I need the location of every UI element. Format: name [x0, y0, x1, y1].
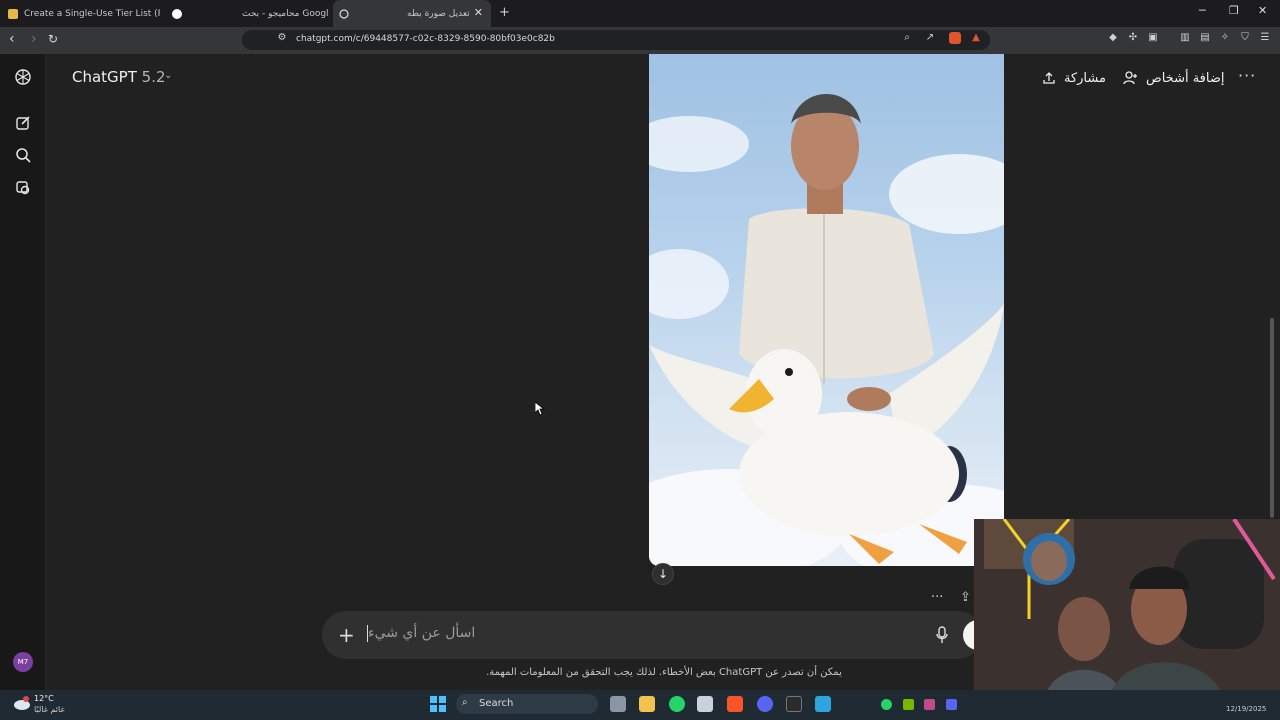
- tab-label: تعديل صورة بطه: [407, 8, 470, 19]
- tray-whatsapp-icon[interactable]: [881, 699, 892, 710]
- tab-tier-list[interactable]: Create a Single-Use Tier List (Private: [8, 0, 160, 27]
- terminal-icon[interactable]: [786, 696, 802, 712]
- microphone-icon[interactable]: [935, 626, 949, 644]
- extension-diamond-icon[interactable]: ◆: [1107, 32, 1119, 44]
- weather-cloud-icon[interactable]: [12, 694, 32, 712]
- app-notepad-icon[interactable]: [697, 696, 713, 712]
- tray-discord-icon[interactable]: [946, 699, 957, 710]
- back-icon[interactable]: ‹: [9, 31, 15, 47]
- tray-app-icon[interactable]: [924, 699, 935, 710]
- search-chats-icon[interactable]: [14, 146, 32, 164]
- taskbar-search[interactable]: [456, 694, 598, 714]
- message-input[interactable]: اسأل عن أي شيء: [368, 625, 568, 641]
- forward-icon[interactable]: ›: [31, 31, 37, 47]
- image-share-icon[interactable]: ⇪: [960, 590, 971, 605]
- wallet-icon[interactable]: ▤: [1199, 32, 1211, 44]
- zoom-icon[interactable]: ⌕: [901, 32, 913, 44]
- weather-temperature[interactable]: 12°C: [34, 694, 54, 703]
- model-name: ChatGPT: [72, 68, 137, 86]
- add-person-icon: [1123, 71, 1137, 85]
- brave-rewards-icon[interactable]: ▲: [970, 32, 982, 44]
- reload-icon[interactable]: ↻: [48, 32, 58, 46]
- user-avatar[interactable]: M7: [13, 652, 33, 672]
- screenshot-icon[interactable]: ▣: [1147, 32, 1159, 44]
- webcam-overlay: [974, 519, 1280, 702]
- discord-icon[interactable]: [757, 696, 773, 712]
- model-selector[interactable]: ChatGPT 5.2: [72, 68, 166, 86]
- openai-logo-icon[interactable]: [14, 68, 32, 86]
- tab-label: Create a Single-Use Tier List (Private: [24, 8, 160, 19]
- minimize-icon[interactable]: ─: [1199, 4, 1206, 17]
- streamers-video-frame: [974, 519, 1280, 702]
- google-favicon-icon: [172, 8, 182, 19]
- new-chat-icon[interactable]: [14, 114, 32, 132]
- tab-label: محاميجو - بحث Google: [242, 8, 328, 19]
- scroll-to-bottom-button[interactable]: ↓: [652, 563, 674, 585]
- extensions-icon[interactable]: ✣: [1127, 32, 1139, 44]
- sidebar-icon[interactable]: ▥: [1179, 32, 1191, 44]
- more-options-icon[interactable]: ···: [1238, 66, 1256, 85]
- share-label: مشاركة: [1064, 70, 1106, 86]
- tab-google-search[interactable]: محاميجو - بحث Google: [172, 0, 328, 27]
- photoshop-app-icon[interactable]: [815, 696, 831, 712]
- menu-icon[interactable]: ☰: [1259, 32, 1271, 44]
- tray-nvidia-icon[interactable]: [903, 699, 914, 710]
- weather-description[interactable]: غائم غالبًا: [34, 705, 65, 714]
- chatgpt-favicon-icon: [339, 8, 349, 19]
- add-people-label: إضافة أشخاص: [1146, 70, 1225, 86]
- tier-list-favicon-icon: [8, 8, 18, 19]
- page-scrollbar[interactable]: [1270, 318, 1274, 518]
- add-attachment-icon[interactable]: +: [338, 623, 355, 647]
- share-page-icon[interactable]: ↗: [924, 32, 936, 44]
- site-info-icon[interactable]: ⚙: [276, 32, 288, 44]
- taskbar-date[interactable]: 12/19/2025: [1226, 705, 1266, 713]
- share-icon: [1043, 72, 1055, 84]
- whatsapp-icon[interactable]: [669, 696, 685, 712]
- mouse-cursor-icon: [535, 402, 545, 416]
- taskbar-search-label: Search: [479, 698, 514, 709]
- disclaimer-text: يمكن أن تصدر عن ChatGPT بعض الأخطاء. لذل…: [486, 667, 842, 678]
- image-more-icon[interactable]: ···: [931, 590, 943, 605]
- man-riding-duck-illustration: [649, 94, 1004, 566]
- library-icon[interactable]: [14, 179, 32, 197]
- add-people-button[interactable]: إضافة أشخاص: [1123, 68, 1225, 88]
- browser-tab-bar: Create a Single-Use Tier List (Private م…: [0, 0, 1280, 27]
- brave-browser-icon[interactable]: [727, 696, 743, 712]
- share-button[interactable]: مشاركة: [1042, 68, 1106, 88]
- tab-duck-edit[interactable]: تعديل صورة بطه ✕: [333, 0, 491, 27]
- close-tab-icon[interactable]: ✕: [474, 6, 483, 19]
- close-window-icon[interactable]: ✕: [1258, 4, 1267, 17]
- brave-shields-icon[interactable]: [949, 32, 961, 44]
- maximize-icon[interactable]: ❐: [1229, 4, 1239, 17]
- chevron-down-icon[interactable]: ⌄: [164, 70, 172, 81]
- file-explorer-icon[interactable]: [639, 696, 655, 712]
- leo-ai-icon[interactable]: ✧: [1219, 32, 1231, 44]
- model-version: 5.2: [141, 68, 166, 86]
- new-tab-button[interactable]: +: [499, 5, 510, 20]
- windows-start-icon[interactable]: [430, 696, 446, 712]
- generated-image[interactable]: [649, 54, 1004, 566]
- url-text[interactable]: chatgpt.com/c/69448577-c02c-8329-8590-80…: [296, 34, 555, 44]
- vpn-shield-icon[interactable]: ⛉: [1239, 32, 1251, 44]
- search-icon: ⌕: [462, 697, 468, 708]
- task-view-icon[interactable]: [610, 696, 626, 712]
